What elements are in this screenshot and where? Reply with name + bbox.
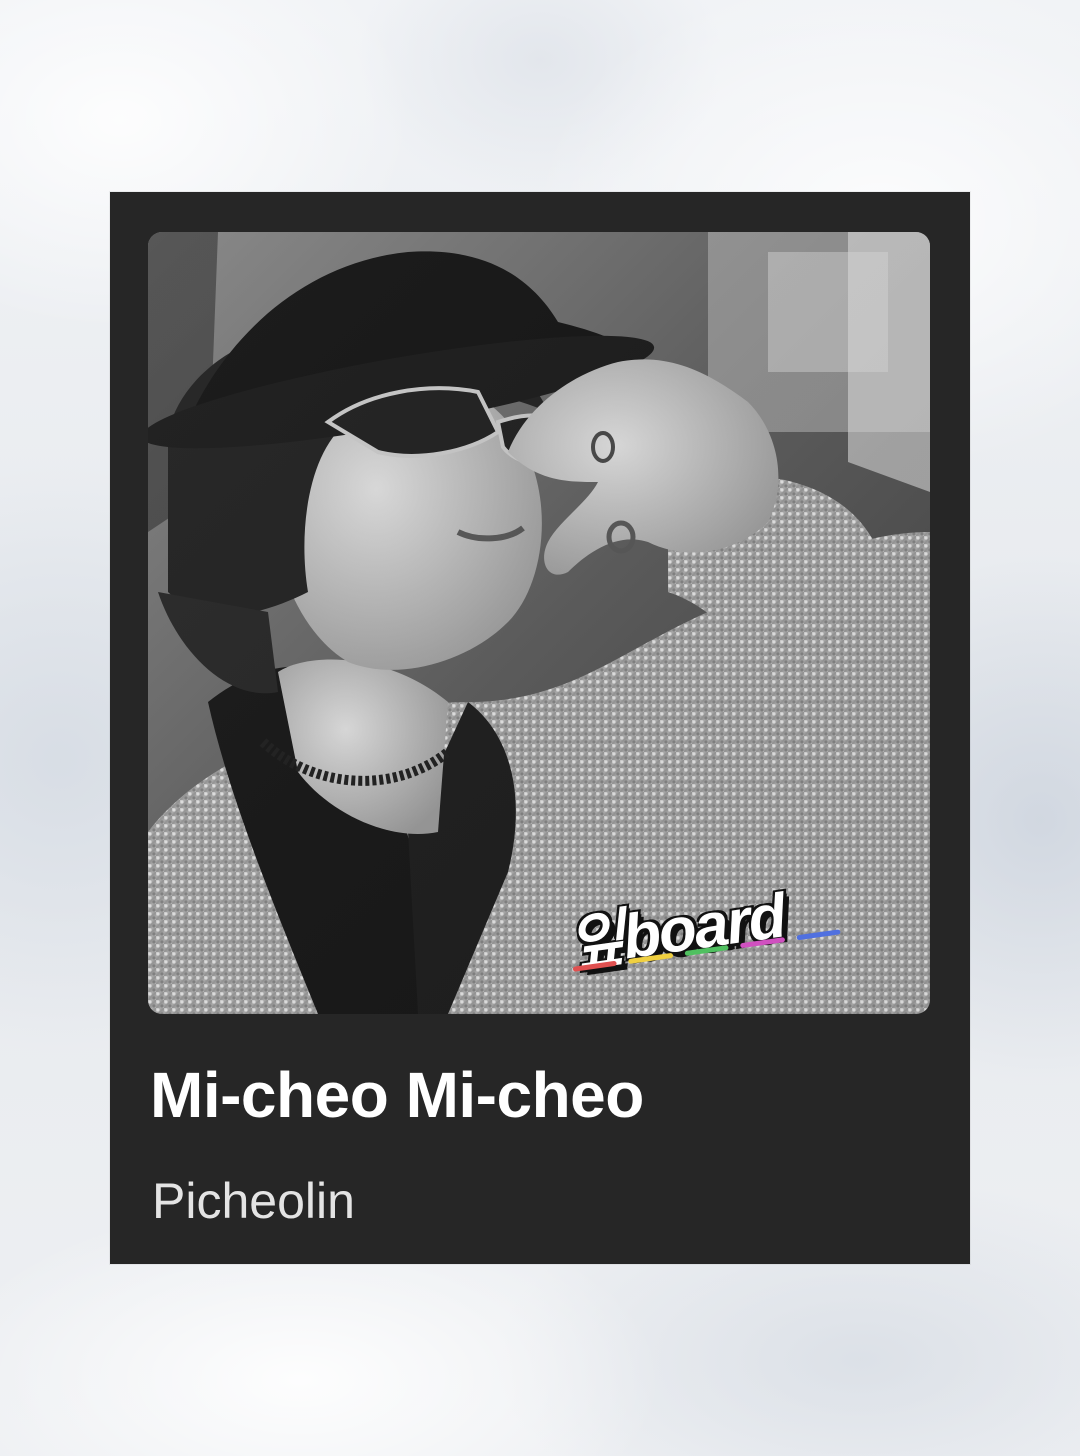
artist-name[interactable]: Picheolin <box>152 1174 355 1229</box>
song-card[interactable]: 잎board Mi-cheo Mi-cheo Picheolin <box>110 192 970 1264</box>
logo-dot <box>796 929 841 941</box>
song-title[interactable]: Mi-cheo Mi-cheo <box>150 1060 644 1131</box>
album-cover[interactable]: 잎board <box>148 232 930 1014</box>
board-logo-sticker: 잎board <box>552 878 882 988</box>
